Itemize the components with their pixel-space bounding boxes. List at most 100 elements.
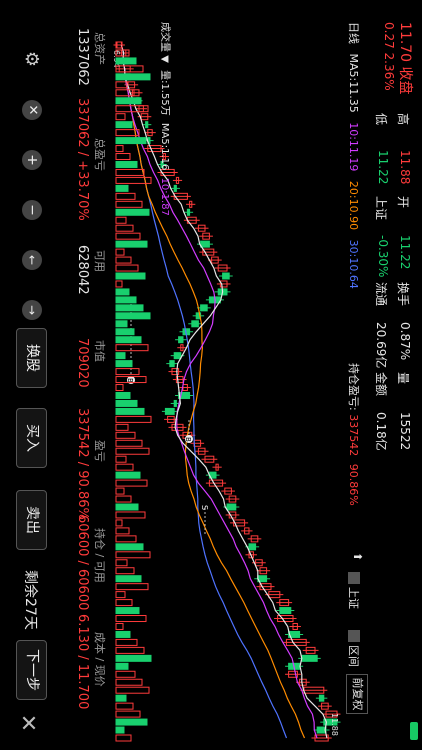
chart-high-label: 11.88 xyxy=(330,713,339,736)
volume-bar xyxy=(115,376,147,384)
candle xyxy=(200,304,208,312)
volume-bar xyxy=(115,89,135,97)
candle xyxy=(226,503,237,511)
candle xyxy=(186,208,191,216)
switch-stock-button[interactable]: 换股 xyxy=(16,328,47,388)
volume-bar xyxy=(115,304,144,312)
ma30-value: 30:10.64 xyxy=(347,239,360,289)
volume-bar xyxy=(115,41,123,49)
close-panel-icon[interactable]: ✕ xyxy=(15,712,40,734)
stat-profit: 337542 / 90.86% xyxy=(75,408,90,520)
volume-bar xyxy=(115,81,128,89)
volume-bar xyxy=(115,654,152,662)
stats-table: 总资产 总盈亏 可用 市值 盈亏 持仓 / 可用 成本 / 现价 1337062… xyxy=(66,0,110,750)
candle xyxy=(301,654,318,662)
volume-bar xyxy=(115,240,148,248)
app-stage: 11.70 收盘 0.27 2.36% 高 11.88 低 11.22 开 11… xyxy=(0,0,422,750)
stat-header-mktval: 市值 xyxy=(93,340,106,362)
range-toggle[interactable]: 区间 xyxy=(346,630,362,667)
change-block: 0.27 2.36% xyxy=(382,22,396,91)
index-checkbox[interactable] xyxy=(348,572,360,584)
zoom-in-icon[interactable]: + xyxy=(22,150,42,170)
volume-bar xyxy=(115,384,124,392)
index-toggle[interactable]: 上证 xyxy=(346,572,362,609)
close-icon[interactable]: ✕ xyxy=(22,100,42,120)
volume-bar xyxy=(115,455,127,463)
low-value: 11.22 xyxy=(376,150,390,185)
volume-bar xyxy=(115,415,152,423)
volume-bar xyxy=(115,344,149,352)
volume-bar xyxy=(115,137,147,145)
change-pct: 2.36% xyxy=(382,52,396,91)
volume-bar xyxy=(115,615,147,623)
sell-button[interactable]: 卖出 xyxy=(16,490,47,550)
volume-bar xyxy=(115,686,150,694)
volume-bar xyxy=(115,216,127,224)
volume-bar xyxy=(115,176,152,184)
volume-bar xyxy=(115,192,136,200)
volume-bar xyxy=(115,559,128,567)
volume-title: 成交量 xyxy=(159,22,170,52)
position-value: 337542 xyxy=(347,414,360,457)
zoom-out-icon[interactable]: − xyxy=(22,200,42,220)
index-value: -0.30% xyxy=(376,235,390,278)
adjust-button[interactable]: 前复权 xyxy=(346,674,368,714)
close-price: 11.70 xyxy=(397,22,413,63)
chevron-down-icon[interactable]: ▼ xyxy=(159,55,170,63)
volume-bar xyxy=(115,407,145,415)
position-pct: 90.86% xyxy=(347,463,360,506)
volume-bar xyxy=(115,527,130,535)
next-step-button[interactable]: 下一步 xyxy=(16,640,47,700)
volume-bar xyxy=(115,248,125,256)
arrow-right-icon[interactable]: → xyxy=(22,300,42,320)
volume-bar xyxy=(115,360,133,368)
position-label: 持仓盈亏: xyxy=(347,363,360,411)
volume-bar xyxy=(115,352,126,360)
amount-value: 0.18亿 xyxy=(374,412,388,451)
volume-header: 成交量 ▼ 量:1.55万 MA5:1.16 10:1.87 xyxy=(159,22,174,216)
volume-bar xyxy=(115,726,125,734)
arrow-left-icon[interactable]: ← xyxy=(22,250,42,270)
volume-bar xyxy=(115,439,143,447)
volume-bar xyxy=(115,121,133,129)
volume-bar xyxy=(115,511,146,519)
volume-bar xyxy=(115,431,136,439)
period-label: 日线 xyxy=(347,22,360,44)
volume-bar xyxy=(115,399,138,407)
stat-header-holding: 持仓 / 可用 xyxy=(93,528,106,583)
volume-bar xyxy=(115,129,140,137)
volume-chart xyxy=(115,41,152,742)
buy-button[interactable]: 买入 xyxy=(16,408,47,468)
volume-bar xyxy=(115,184,129,192)
range-checkbox[interactable] xyxy=(348,630,360,642)
range-toggle-label: 区间 xyxy=(347,645,360,667)
float-value: 20.69亿 xyxy=(374,322,388,369)
candle xyxy=(222,272,230,280)
change-value: 0.27 xyxy=(382,22,396,49)
volume-bar xyxy=(115,288,130,296)
volume-bar xyxy=(115,463,134,471)
volume-bar xyxy=(115,423,129,431)
up-arrow-icon[interactable]: ⬆ xyxy=(351,552,364,561)
volume-bar xyxy=(115,718,148,726)
volume-bar xyxy=(115,296,137,304)
volume-bar xyxy=(115,256,132,264)
open-label: 开 xyxy=(396,196,410,209)
stat-cost: 6.130 / 11.700 xyxy=(75,614,90,710)
float-label: 流通 xyxy=(374,282,388,307)
volume-bar xyxy=(115,160,138,168)
volume-bar xyxy=(115,49,130,57)
volume-ma10: 10:1.87 xyxy=(159,177,170,216)
volume-bar xyxy=(115,646,145,654)
amount-label: 金额 xyxy=(374,372,388,397)
index-label: 上证 xyxy=(374,196,388,221)
volume-bar xyxy=(115,495,132,503)
volume-bar xyxy=(115,702,134,710)
volume-bar xyxy=(115,328,135,336)
stat-total: 1337062 xyxy=(75,28,90,86)
candle xyxy=(164,407,175,415)
buy-marker-2: B xyxy=(184,437,192,442)
volume-bar xyxy=(115,168,145,176)
volume-ma5: MA5:1.16 xyxy=(159,122,170,171)
gear-icon[interactable]: ⚙ xyxy=(20,48,42,70)
